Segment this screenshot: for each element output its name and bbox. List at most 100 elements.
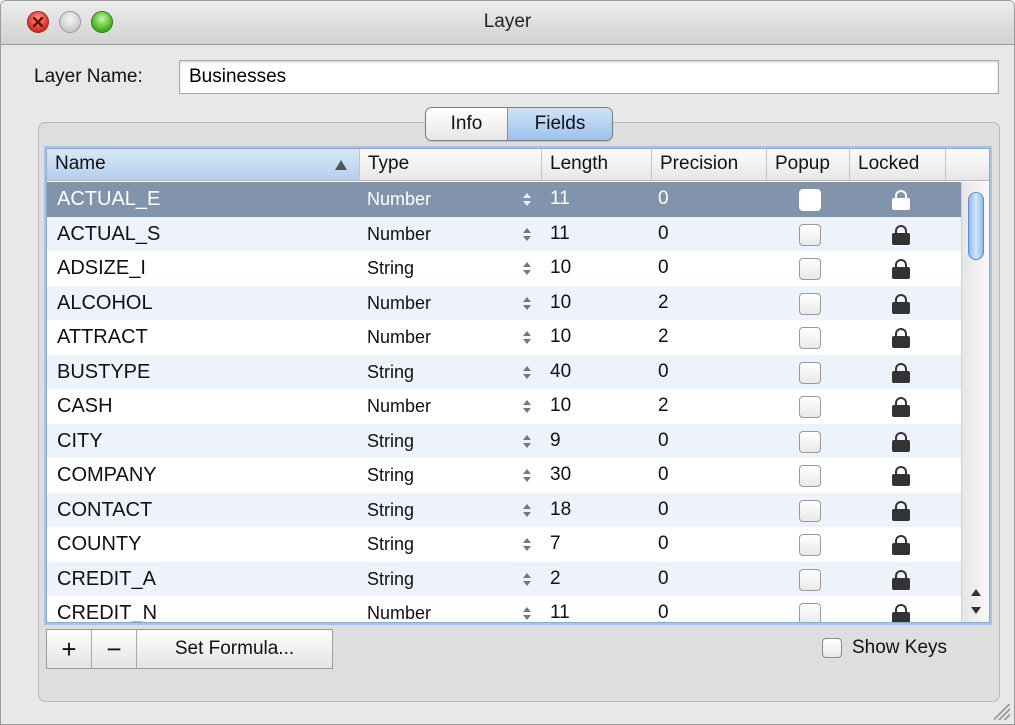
scroll-down-arrow-icon[interactable] <box>971 607 981 614</box>
field-type-popup[interactable]: Number <box>367 389 431 424</box>
field-length-cell[interactable]: 18 <box>550 493 571 528</box>
column-header-type[interactable]: Type <box>360 149 542 180</box>
popup-checkbox[interactable] <box>799 465 821 487</box>
field-type-popup[interactable]: String <box>367 562 414 597</box>
table-row[interactable]: COUNTY String 7 0 <box>47 527 962 562</box>
field-precision-cell[interactable]: 0 <box>658 182 669 217</box>
lock-icon[interactable] <box>892 362 910 383</box>
field-length-cell[interactable]: 10 <box>550 286 571 321</box>
lock-icon[interactable] <box>892 259 910 279</box>
scroll-up-arrow-icon[interactable] <box>971 589 981 596</box>
field-type-popup[interactable]: Number <box>367 182 431 217</box>
field-precision-cell[interactable]: 0 <box>658 493 669 528</box>
type-stepper-icon[interactable] <box>521 562 533 597</box>
field-length-cell[interactable]: 10 <box>550 389 571 424</box>
type-stepper-icon[interactable] <box>521 217 533 252</box>
field-type-popup[interactable]: Number <box>367 217 431 252</box>
popup-checkbox[interactable] <box>799 568 821 591</box>
field-precision-cell[interactable]: 2 <box>658 389 669 424</box>
lock-icon[interactable] <box>892 604 910 622</box>
type-stepper-icon[interactable] <box>521 424 533 459</box>
table-row[interactable]: ACTUAL_S Number 11 0 <box>47 216 962 252</box>
resize-grip-icon[interactable] <box>994 704 1010 720</box>
popup-checkbox[interactable] <box>799 361 821 384</box>
table-row[interactable]: COMPANY String 30 0 <box>47 458 962 493</box>
field-length-cell[interactable]: 10 <box>550 251 571 286</box>
table-row[interactable]: CREDIT_N Number 11 0 <box>47 596 962 622</box>
layer-name-field[interactable] <box>179 60 999 94</box>
type-stepper-icon[interactable] <box>521 355 533 390</box>
column-header-length[interactable]: Length <box>542 149 652 180</box>
table-row[interactable]: BUSTYPE String 40 0 <box>47 354 962 390</box>
table-row[interactable]: ALCOHOL Number 10 2 <box>47 285 962 321</box>
field-length-cell[interactable]: 11 <box>550 182 570 217</box>
table-row[interactable]: ACTUAL_E Number 11 0 <box>47 182 962 217</box>
lock-icon[interactable] <box>892 569 910 590</box>
field-length-cell[interactable]: 9 <box>550 424 561 459</box>
field-precision-cell[interactable]: 0 <box>658 251 669 286</box>
field-length-cell[interactable]: 11 <box>550 596 570 622</box>
add-field-button[interactable]: + <box>47 630 92 668</box>
scrollbar-thumb[interactable] <box>968 192 984 260</box>
field-length-cell[interactable]: 11 <box>550 217 570 252</box>
lock-icon[interactable] <box>892 500 910 521</box>
type-stepper-icon[interactable] <box>521 493 533 528</box>
popup-checkbox[interactable] <box>799 603 821 622</box>
field-type-popup[interactable]: Number <box>367 286 431 321</box>
field-precision-cell[interactable]: 2 <box>658 286 669 321</box>
column-header-precision[interactable]: Precision <box>652 149 767 180</box>
column-header-popup[interactable]: Popup <box>767 149 850 180</box>
field-type-popup[interactable]: String <box>367 424 414 459</box>
set-formula-button[interactable]: Set Formula... <box>137 630 332 668</box>
show-keys-checkbox[interactable] <box>822 638 842 658</box>
lock-icon[interactable] <box>892 431 910 452</box>
remove-field-button[interactable]: − <box>92 630 137 668</box>
type-stepper-icon[interactable] <box>521 458 533 493</box>
lock-icon[interactable] <box>892 224 910 245</box>
popup-checkbox[interactable] <box>799 258 821 280</box>
field-precision-cell[interactable]: 0 <box>658 217 669 252</box>
field-type-popup[interactable]: Number <box>367 320 431 355</box>
field-length-cell[interactable]: 2 <box>550 562 561 597</box>
popup-checkbox[interactable] <box>799 534 821 556</box>
lock-icon[interactable] <box>892 293 910 314</box>
type-stepper-icon[interactable] <box>521 596 533 622</box>
show-keys-option[interactable]: Show Keys <box>822 637 947 659</box>
table-row[interactable]: CONTACT String 18 0 <box>47 492 962 528</box>
field-length-cell[interactable]: 30 <box>550 458 571 493</box>
field-type-popup[interactable]: String <box>367 355 414 390</box>
field-precision-cell[interactable]: 0 <box>658 562 669 597</box>
popup-checkbox[interactable] <box>799 430 821 453</box>
type-stepper-icon[interactable] <box>521 182 533 217</box>
type-stepper-icon[interactable] <box>521 286 533 321</box>
table-row[interactable]: CASH Number 10 2 <box>47 389 962 424</box>
lock-icon[interactable] <box>892 535 910 555</box>
table-row[interactable]: ATTRACT Number 10 2 <box>47 320 962 355</box>
field-length-cell[interactable]: 40 <box>550 355 571 390</box>
tab-info[interactable]: Info <box>426 108 508 140</box>
field-precision-cell[interactable]: 0 <box>658 355 669 390</box>
field-precision-cell[interactable]: 0 <box>658 596 669 622</box>
field-type-popup[interactable]: String <box>367 458 414 493</box>
type-stepper-icon[interactable] <box>521 389 533 424</box>
field-precision-cell[interactable]: 0 <box>658 527 669 562</box>
field-type-popup[interactable]: String <box>367 493 414 528</box>
popup-checkbox[interactable] <box>799 292 821 315</box>
popup-checkbox[interactable] <box>799 327 821 349</box>
field-length-cell[interactable]: 7 <box>550 527 561 562</box>
field-length-cell[interactable]: 10 <box>550 320 571 355</box>
table-row[interactable]: CREDIT_A String 2 0 <box>47 561 962 597</box>
table-row[interactable]: ADSIZE_I String 10 0 <box>47 251 962 286</box>
type-stepper-icon[interactable] <box>521 320 533 355</box>
field-precision-cell[interactable]: 2 <box>658 320 669 355</box>
vertical-scrollbar[interactable] <box>961 182 989 622</box>
lock-icon[interactable] <box>892 466 910 486</box>
lock-icon[interactable] <box>892 397 910 417</box>
lock-icon[interactable] <box>892 328 910 348</box>
field-type-popup[interactable]: String <box>367 527 414 562</box>
column-header-name[interactable]: Name <box>47 149 360 180</box>
type-stepper-icon[interactable] <box>521 527 533 562</box>
popup-checkbox[interactable] <box>799 223 821 246</box>
table-row[interactable]: CITY String 9 0 <box>47 423 962 459</box>
popup-checkbox[interactable] <box>799 499 821 522</box>
